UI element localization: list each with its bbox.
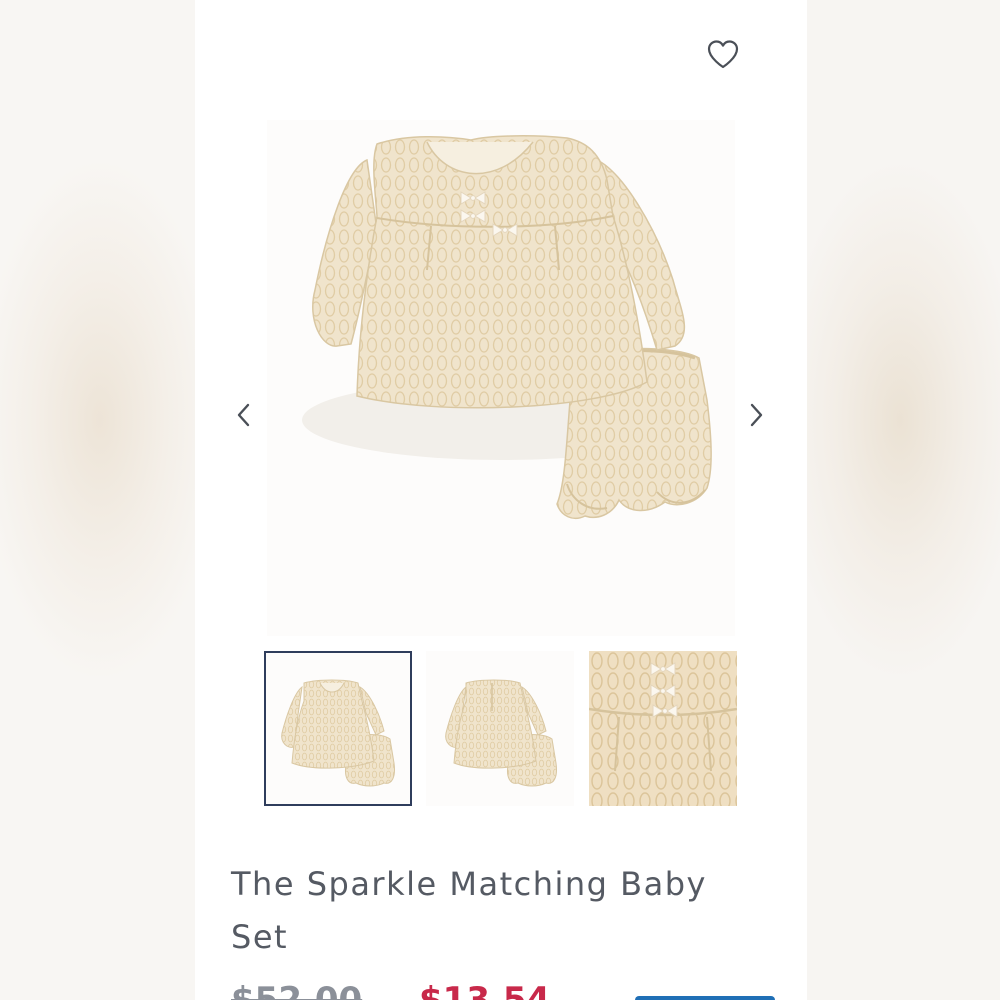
favorite-button[interactable] [703, 34, 743, 74]
thumbnail-strip [264, 651, 742, 806]
background-blur-right [805, 0, 1000, 1000]
thumbnail-front-view[interactable] [264, 651, 412, 806]
chevron-right-icon [750, 403, 763, 427]
next-image-button[interactable] [739, 398, 773, 432]
main-product-image [267, 120, 735, 636]
product-title: The Sparkle Matching Baby Set [231, 865, 707, 956]
thumbnail-detail-view[interactable] [588, 651, 738, 806]
chevron-left-icon [237, 403, 250, 427]
sale-price: $13.54 [419, 980, 551, 1000]
previous-image-button[interactable] [227, 398, 261, 432]
background-blur-left [0, 0, 195, 1000]
discount-badge [635, 996, 775, 1000]
price-row: $52.00 $13.54 [231, 980, 791, 1000]
product-page: The Sparkle Matching Baby Set $52.00 $13… [195, 0, 807, 1000]
original-price: $52.00 [231, 980, 363, 1000]
thumbnail-back-view[interactable] [426, 651, 574, 806]
heart-outline-icon [707, 40, 739, 69]
